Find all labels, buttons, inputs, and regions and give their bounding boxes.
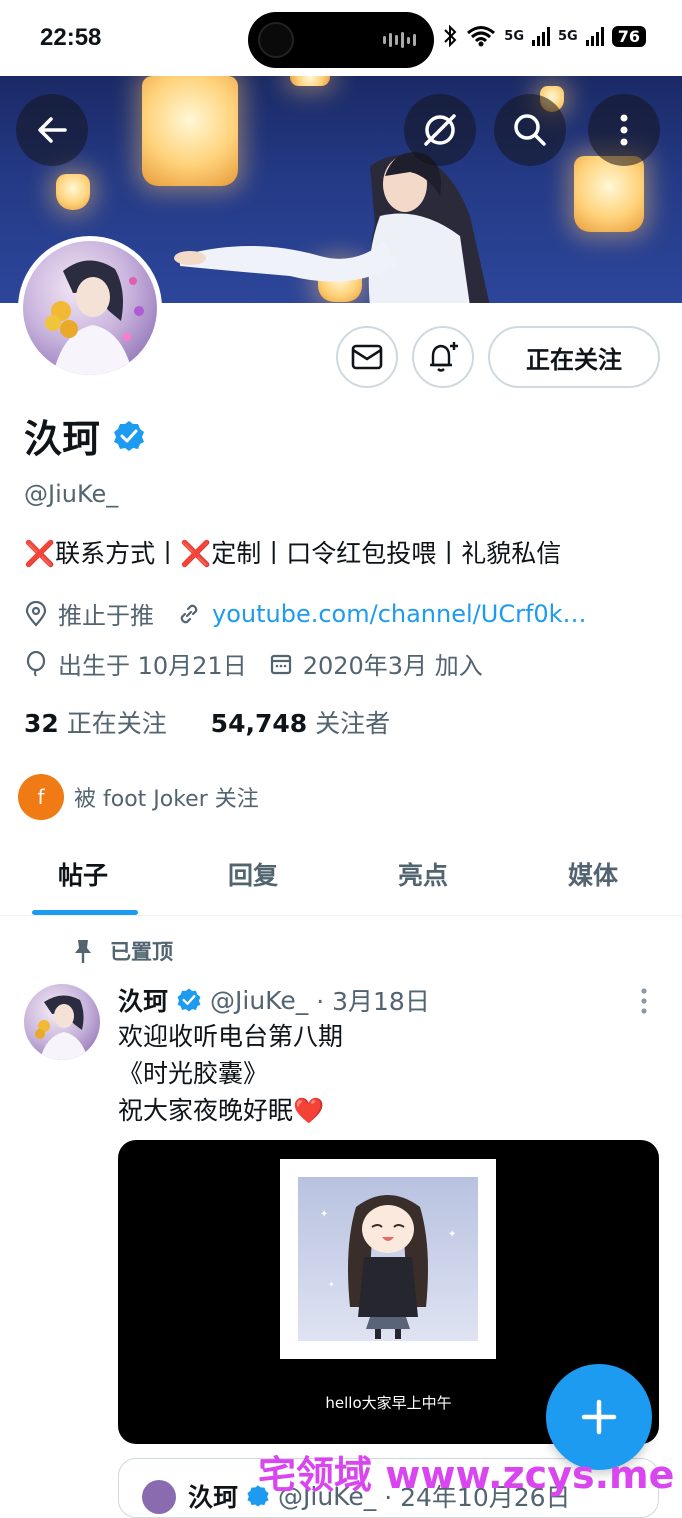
bluetooth-icon bbox=[444, 24, 457, 48]
more-button[interactable] bbox=[588, 94, 660, 166]
wifi-icon bbox=[467, 26, 496, 47]
followed-by-text: 被 foot Joker 关注 bbox=[74, 787, 259, 812]
search-icon bbox=[514, 114, 546, 146]
post-header: 汣珂 @JiuKe_ · 3月18日 bbox=[118, 982, 430, 1018]
tab-posts[interactable]: 帖子 bbox=[58, 856, 108, 892]
calendar-icon bbox=[270, 654, 291, 674]
profile-name: 汣珂 bbox=[24, 408, 146, 463]
lantern-decoration bbox=[290, 76, 330, 86]
profile-avatar[interactable] bbox=[18, 236, 162, 380]
status-time: 22:58 bbox=[40, 24, 102, 51]
profile-handle: @JiuKe_ bbox=[24, 480, 119, 508]
pinned-label: 已置顶 bbox=[110, 940, 173, 964]
signal-5g-label-2: 5G bbox=[558, 28, 578, 44]
following-stat[interactable]: 32 正在关注 bbox=[24, 709, 167, 738]
lantern-decoration bbox=[574, 156, 644, 232]
bell-plus-icon bbox=[430, 342, 458, 372]
more-vertical-icon bbox=[641, 988, 647, 1014]
follow-stats: 32 正在关注 54,748 关注者 bbox=[24, 704, 390, 740]
followers-label: 关注者 bbox=[315, 709, 391, 738]
audio-wave-icon bbox=[383, 32, 416, 48]
verified-badge-icon bbox=[114, 420, 145, 451]
post-author-name[interactable]: 汣珂 bbox=[118, 982, 168, 1018]
following-button[interactable]: 正在关注 bbox=[488, 326, 660, 388]
profile-link[interactable]: youtube.com/channel/UCrf0k… bbox=[212, 600, 587, 628]
post-avatar[interactable] bbox=[24, 984, 100, 1060]
svg-text:✦: ✦ bbox=[320, 1209, 328, 1220]
tab-replies[interactable]: 回复 bbox=[228, 856, 278, 892]
signal-bars-icon bbox=[532, 26, 551, 46]
post-text: 欢迎收听电台第八期 《时光胶囊》 祝大家夜晚好眠❤️ bbox=[118, 1018, 343, 1129]
plus-icon bbox=[581, 1399, 617, 1435]
location-row: 推止于推 youtube.com/channel/UCrf0k… bbox=[24, 596, 587, 631]
signal-5g-label: 5G bbox=[504, 28, 525, 44]
location-pin-icon bbox=[25, 600, 47, 627]
link-icon bbox=[180, 604, 198, 623]
battery-icon: 76 bbox=[611, 25, 646, 47]
back-button[interactable] bbox=[16, 94, 88, 166]
dynamic-island bbox=[248, 12, 434, 68]
watermark: 宅领域 www.zcys.me bbox=[258, 1453, 675, 1497]
profile-name-text: 汣珂 bbox=[24, 417, 101, 461]
notifications-button[interactable] bbox=[412, 326, 474, 388]
slash-circle-icon bbox=[424, 114, 456, 146]
followers-count: 54,748 bbox=[210, 709, 308, 738]
avatar-illustration bbox=[45, 260, 144, 375]
camera-icon bbox=[258, 22, 294, 58]
signal-bars-icon-2 bbox=[585, 26, 604, 46]
pin-icon bbox=[75, 940, 91, 963]
envelope-icon bbox=[351, 344, 383, 370]
balloon-icon bbox=[26, 650, 46, 677]
follower-avatar: f bbox=[18, 774, 64, 820]
next-post-author-name[interactable]: 汣珂 bbox=[188, 1478, 238, 1514]
post-line: 《时光胶囊》 bbox=[118, 1059, 269, 1088]
status-icons: 5G 5G 76 bbox=[442, 24, 646, 48]
post-author-handle[interactable]: @JiuKe_ bbox=[210, 986, 308, 1015]
next-post-avatar[interactable] bbox=[142, 1480, 176, 1514]
profile-tabs: 帖子 回复 亮点 媒体 bbox=[0, 840, 682, 916]
svg-text:✦: ✦ bbox=[448, 1229, 456, 1240]
verified-badge-icon bbox=[177, 988, 201, 1012]
more-vertical-icon bbox=[620, 114, 628, 146]
followers-stat[interactable]: 54,748 关注者 bbox=[211, 709, 390, 738]
chibi-girl-illustration: ✦ ✦ ✦ bbox=[320, 1195, 456, 1339]
tab-highlights[interactable]: 亮点 bbox=[398, 856, 448, 892]
joined-text: 2020年3月 加入 bbox=[302, 652, 483, 680]
post-more-button[interactable] bbox=[636, 986, 652, 1020]
profile-bio: ❌联系方式丨❌定制丨口令红包投喂丨礼貌私信 bbox=[24, 539, 562, 568]
active-tab-indicator bbox=[32, 910, 138, 915]
search-button[interactable] bbox=[494, 94, 566, 166]
post-date: · 3月18日 bbox=[316, 987, 430, 1016]
grok-button[interactable] bbox=[404, 94, 476, 166]
birthday-text: 出生于 10月21日 bbox=[58, 652, 247, 680]
status-bar: 22:58 5G 5G 76 bbox=[0, 0, 682, 76]
pinned-indicator: 已置顶 bbox=[72, 936, 173, 966]
location-text: 推止于推 bbox=[58, 602, 154, 630]
post-avatar-illustration bbox=[35, 995, 88, 1060]
media-illustration: ✦ ✦ ✦ bbox=[298, 1177, 478, 1341]
message-button[interactable] bbox=[336, 326, 398, 388]
svg-text:✦: ✦ bbox=[328, 1280, 335, 1289]
media-thumbnail: ✦ ✦ ✦ bbox=[280, 1159, 496, 1359]
tab-media[interactable]: 媒体 bbox=[568, 856, 618, 892]
post-line: 祝大家夜晚好眠❤️ bbox=[118, 1096, 325, 1125]
post-line: 欢迎收听电台第八期 bbox=[118, 1022, 344, 1051]
arrow-left-icon bbox=[38, 117, 67, 143]
following-count: 32 bbox=[24, 709, 59, 738]
birthday-joined-row: 出生于 10月21日 2020年3月 加入 bbox=[24, 646, 483, 681]
following-label: 正在关注 bbox=[66, 709, 167, 738]
followed-by[interactable]: f 被 foot Joker 关注 bbox=[18, 774, 259, 820]
lantern-decoration bbox=[56, 174, 90, 210]
